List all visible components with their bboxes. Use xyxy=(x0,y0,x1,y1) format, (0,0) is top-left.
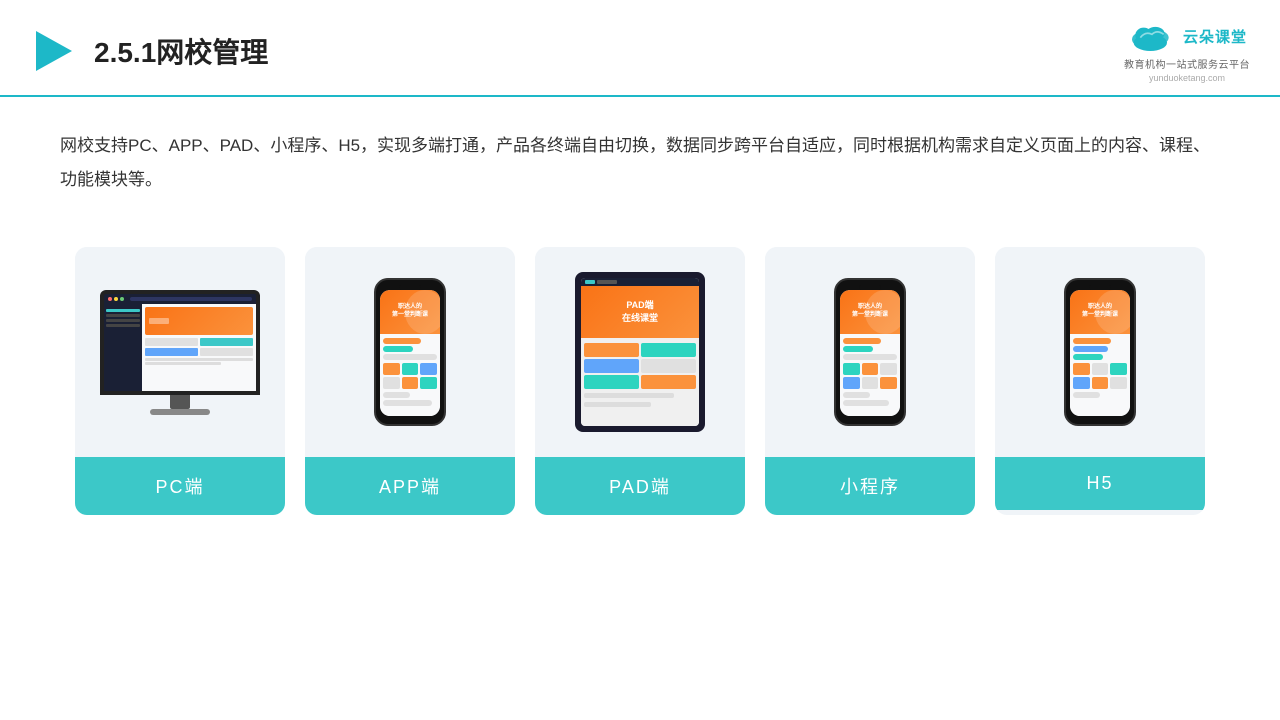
miniprogram-body xyxy=(840,334,900,416)
pc-stand xyxy=(170,395,190,409)
app-row xyxy=(383,338,421,344)
app-block xyxy=(402,377,419,389)
app-block xyxy=(420,377,437,389)
mini-row xyxy=(843,354,897,360)
mini-block xyxy=(862,363,879,375)
pad-banner: PAD端在线课堂 xyxy=(581,286,699,338)
mini-grid xyxy=(843,363,897,389)
description-text: 网校支持PC、APP、PAD、小程序、H5，实现多端打通，产品各终端自由切换，数… xyxy=(0,97,1280,217)
pad-preview: PAD端在线课堂 xyxy=(535,247,745,457)
logo-name: 云朵课堂 xyxy=(1183,26,1247,47)
h5-block xyxy=(1092,363,1109,375)
app-row xyxy=(383,346,413,352)
h5-block xyxy=(1073,363,1090,375)
pad-block xyxy=(584,359,639,373)
h5-label: H5 xyxy=(995,457,1205,510)
h5-grid xyxy=(1073,363,1127,389)
h5-body xyxy=(1070,334,1130,416)
app-label: APP端 xyxy=(305,457,515,515)
header-left: 2.5.1网校管理 xyxy=(30,27,268,75)
mini-block xyxy=(843,363,860,375)
h5-block xyxy=(1092,377,1109,389)
app-block xyxy=(383,377,400,389)
mini-block xyxy=(862,377,879,389)
app-row xyxy=(383,400,432,406)
mini-row xyxy=(843,392,870,398)
miniprogram-notch xyxy=(859,285,881,290)
app-screen: 职达人的第一堂判断课 xyxy=(380,290,440,416)
h5-row xyxy=(1073,392,1100,398)
app-row xyxy=(383,354,437,360)
h5-row xyxy=(1073,354,1103,360)
pc-preview xyxy=(75,247,285,457)
pad-tablet-mockup: PAD端在线课堂 xyxy=(575,272,705,432)
logo-cloud: 云朵课堂 xyxy=(1127,18,1247,54)
pad-body xyxy=(581,338,699,426)
app-grid xyxy=(383,363,437,389)
pad-block xyxy=(641,359,696,373)
app-phone-mockup: 职达人的第一堂判断课 xyxy=(374,278,446,426)
h5-block xyxy=(1110,377,1127,389)
app-block xyxy=(420,363,437,375)
app-row xyxy=(383,392,410,398)
pad-label: PAD端 xyxy=(535,457,745,515)
pad-block xyxy=(641,343,696,357)
cards-container: PC端 职达人的第一堂判断课 xyxy=(0,227,1280,545)
play-icon xyxy=(30,27,78,75)
pad-grid xyxy=(584,343,696,389)
pad-block xyxy=(584,375,639,389)
mini-block xyxy=(880,363,897,375)
h5-notch xyxy=(1089,285,1111,290)
app-banner: 职达人的第一堂判断课 xyxy=(380,290,440,334)
h5-banner: 职达人的第一堂判断课 xyxy=(1070,290,1130,334)
h5-block xyxy=(1110,363,1127,375)
h5-screen: 职达人的第一堂判断课 xyxy=(1070,290,1130,416)
app-block xyxy=(383,363,400,375)
page-header: 2.5.1网校管理 云朵课堂 教育机构一站式服务云平台 yunduoketang… xyxy=(0,0,1280,97)
miniprogram-card: 职达人的第一堂判断课 xyxy=(765,247,975,515)
mini-row xyxy=(843,400,889,406)
app-body xyxy=(380,334,440,416)
pad-card: PAD端在线课堂 xyxy=(535,247,745,515)
pc-screen-outer xyxy=(100,290,260,395)
app-block xyxy=(402,363,419,375)
h5-row xyxy=(1073,346,1108,352)
description-paragraph: 网校支持PC、APP、PAD、小程序、H5，实现多端打通，产品各终端自由切换，数… xyxy=(60,129,1220,197)
h5-phone-mockup: 职达人的第一堂判断课 xyxy=(1064,278,1136,426)
logo-area: 云朵课堂 教育机构一站式服务云平台 yunduoketang.com xyxy=(1124,18,1250,83)
mini-block xyxy=(880,377,897,389)
mini-row xyxy=(843,346,873,352)
pad-screen: PAD端在线课堂 xyxy=(581,278,699,426)
app-notch xyxy=(399,285,421,290)
miniprogram-banner: 职达人的第一堂判断课 xyxy=(840,290,900,334)
mini-block xyxy=(843,377,860,389)
h5-block xyxy=(1073,377,1090,389)
pc-base xyxy=(150,409,210,415)
h5-card: 职达人的第一堂判断课 xyxy=(995,247,1205,515)
pc-card: PC端 xyxy=(75,247,285,515)
pad-block xyxy=(641,375,696,389)
logo-url: yunduoketang.com xyxy=(1149,73,1225,83)
pc-label: PC端 xyxy=(75,457,285,515)
pad-block xyxy=(584,343,639,357)
miniprogram-preview: 职达人的第一堂判断课 xyxy=(765,247,975,457)
logo-tagline: 教育机构一站式服务云平台 xyxy=(1124,56,1250,71)
miniprogram-phone-mockup: 职达人的第一堂判断课 xyxy=(834,278,906,426)
pc-mockup xyxy=(100,290,260,415)
cloud-icon xyxy=(1127,18,1177,54)
h5-preview: 职达人的第一堂判断课 xyxy=(995,247,1205,457)
miniprogram-label: 小程序 xyxy=(765,457,975,515)
h5-row xyxy=(1073,338,1111,344)
page-title: 2.5.1网校管理 xyxy=(94,31,268,71)
app-preview: 职达人的第一堂判断课 xyxy=(305,247,515,457)
mini-row xyxy=(843,338,881,344)
app-card: 职达人的第一堂判断课 xyxy=(305,247,515,515)
miniprogram-screen: 职达人的第一堂判断课 xyxy=(840,290,900,416)
